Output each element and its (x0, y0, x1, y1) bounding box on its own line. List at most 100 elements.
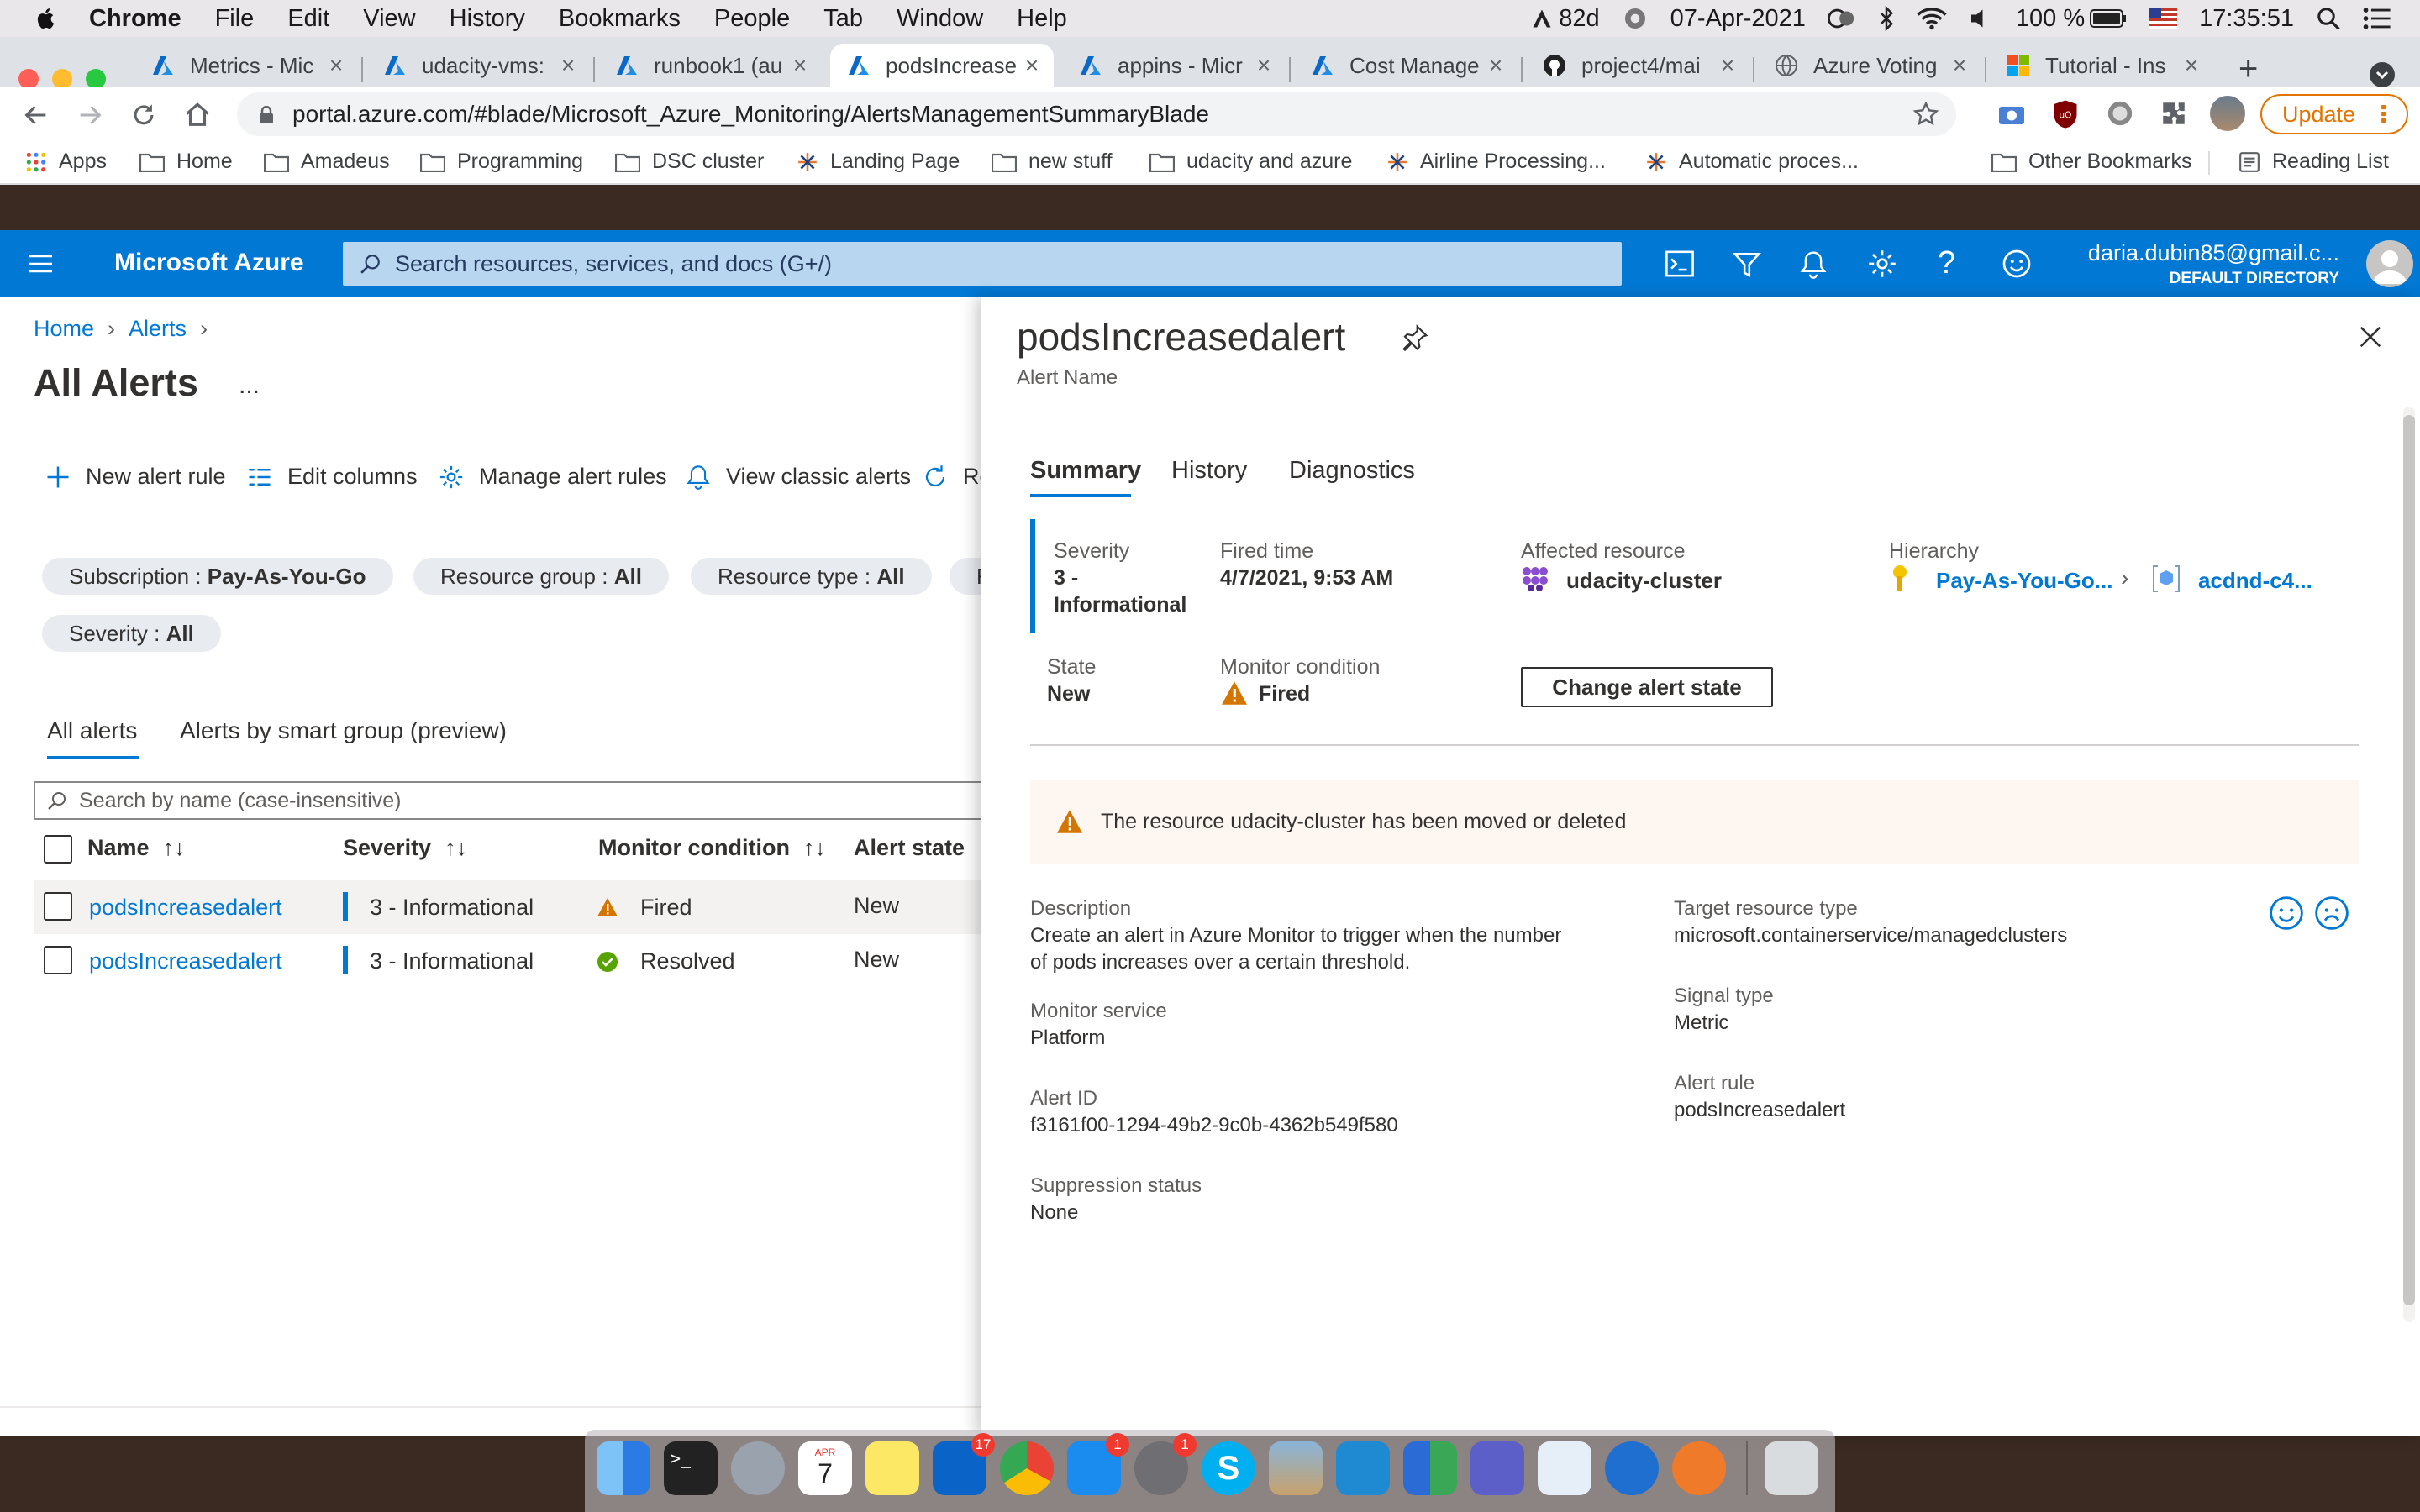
menu-bookmarks[interactable]: Bookmarks (559, 5, 681, 33)
settings-gear-icon[interactable] (1867, 249, 1897, 279)
breadcrumb-home[interactable]: Home (34, 316, 94, 342)
global-search-input[interactable]: Search resources, services, and docs (G+… (343, 242, 1622, 286)
tab-smart-groups[interactable]: Alerts by smart group (preview) (180, 717, 507, 744)
menu-help[interactable]: Help (1017, 5, 1067, 33)
column-header-name[interactable]: Name ↑↓ (87, 835, 186, 861)
browser-tab[interactable]: appins - Micr × (1062, 44, 1286, 87)
account-info[interactable]: daria.dubin85@gmail.c... DEFAULT DIRECTO… (2088, 240, 2339, 288)
bookmark-landing-page[interactable]: Landing Page (797, 150, 960, 174)
select-all-checkbox[interactable] (44, 835, 72, 864)
tab-summary[interactable]: Summary (1030, 457, 1141, 485)
accessibility-icon[interactable] (1827, 6, 1856, 31)
tab-diagnostics[interactable]: Diagnostics (1289, 457, 1415, 485)
menu-window[interactable]: Window (897, 5, 983, 33)
tab-close-icon[interactable]: × (1022, 52, 1042, 79)
calendar-icon[interactable]: APR 7 (798, 1441, 852, 1495)
row-checkbox[interactable] (44, 946, 72, 974)
tab-close-icon[interactable]: × (790, 52, 810, 79)
table-row[interactable]: podsIncreasedalert 3 - Informational Fir… (34, 880, 983, 934)
row-checkbox[interactable] (44, 892, 72, 921)
bookmark-home[interactable]: Home (139, 150, 233, 174)
trash-icon[interactable] (1765, 1441, 1818, 1495)
control-center-icon[interactable] (2363, 6, 2391, 31)
azure-brand[interactable]: Microsoft Azure (114, 249, 304, 277)
bookmark-airline-processing[interactable]: Airline Processing... (1386, 150, 1606, 174)
browser-tab[interactable]: Tutorial - Ins × (1990, 44, 2213, 87)
close-icon[interactable] (2358, 324, 2383, 349)
bookmark-apps[interactable]: Apps (25, 150, 107, 174)
spotlight-search-icon[interactable] (2316, 6, 2341, 31)
url-text[interactable]: portal.azure.com/#blade/Microsoft_Azure_… (292, 101, 1209, 128)
bookmark-new-stuff[interactable]: new stuff (992, 150, 1113, 174)
alert-rule-link[interactable]: podsIncreasedalert (1674, 1099, 1845, 1122)
alert-name-link[interactable]: podsIncreasedalert (89, 948, 282, 974)
column-header-monitor-condition[interactable]: Monitor condition ↑↓ (598, 835, 826, 861)
chrome-icon[interactable] (1000, 1441, 1054, 1495)
menu-app-chrome[interactable]: Chrome (89, 5, 182, 33)
postman-icon[interactable] (1672, 1441, 1726, 1495)
skype-icon[interactable]: S (1202, 1441, 1255, 1495)
teams-icon[interactable] (1470, 1441, 1524, 1495)
minimize-window-button[interactable] (52, 69, 72, 89)
notes-icon[interactable] (865, 1441, 919, 1495)
home-icon[interactable] (183, 101, 212, 129)
blade-scrollbar[interactable] (2403, 407, 2415, 1322)
pin-icon[interactable] (1402, 324, 1428, 351)
launchpad-icon[interactable] (731, 1441, 785, 1495)
menu-history[interactable]: History (450, 5, 525, 33)
browser-tab[interactable]: udacity-vms: × (366, 44, 590, 87)
sync-icon[interactable] (1622, 5, 1649, 32)
feedback-happy-icon[interactable] (2269, 895, 2304, 931)
manage-alert-rules-button[interactable]: Manage alert rules (439, 464, 667, 490)
terminal-icon[interactable]: >_ (664, 1441, 718, 1495)
bookmark-reading-list[interactable]: Reading List (2238, 150, 2389, 174)
column-header-severity[interactable]: Severity ↑↓ (343, 835, 467, 861)
chrome-remote-icon[interactable] (1403, 1441, 1457, 1495)
ublock-icon[interactable]: uO (2052, 99, 2079, 129)
zoom-window-button[interactable] (86, 69, 106, 89)
account-avatar[interactable] (2366, 240, 2413, 287)
screenshot-extension-icon[interactable] (1996, 99, 2027, 129)
alert-search-input[interactable]: Search by name (case-insensitive) (34, 781, 1042, 820)
menu-people[interactable]: People (714, 5, 790, 33)
battery-status[interactable]: 100 % (2016, 5, 2127, 33)
extension-circle-icon[interactable] (2106, 99, 2134, 128)
scrollbar-thumb[interactable] (2403, 415, 2415, 1305)
hamburger-menu-icon[interactable] (27, 252, 54, 276)
bluetooth-icon[interactable] (1878, 6, 1895, 31)
profile-avatar[interactable] (2210, 96, 2245, 131)
apple-icon[interactable] (34, 6, 59, 31)
change-alert-state-button[interactable]: Change alert state (1521, 667, 1773, 707)
reload-icon[interactable] (129, 101, 158, 129)
maps-pin-icon[interactable] (1605, 1441, 1659, 1495)
outlook-icon[interactable]: 17 (933, 1433, 995, 1495)
bookmark-programming[interactable]: Programming (420, 150, 583, 174)
puzzle-extensions-icon[interactable] (2160, 99, 2188, 128)
directory-filter-icon[interactable] (1733, 250, 1761, 279)
feedback-smiley-icon[interactable] (2002, 249, 2032, 279)
bookmark-udacity-and-azure[interactable]: udacity and azure (1150, 150, 1352, 174)
notifications-bell-icon[interactable] (1800, 250, 1827, 279)
cloud-shell-icon[interactable] (1665, 250, 1694, 277)
address-bar[interactable]: portal.azure.com/#blade/Microsoft_Azure_… (237, 92, 1956, 136)
tab-all-alerts[interactable]: All alerts (47, 717, 137, 744)
app-store-icon[interactable]: 1 (1067, 1433, 1129, 1495)
tab-close-icon[interactable]: × (2181, 52, 2202, 79)
help-question-icon[interactable]: ? (1938, 245, 1955, 281)
tab-close-icon[interactable]: × (1949, 52, 1970, 79)
menu-view[interactable]: View (363, 5, 415, 33)
chrome-update-button[interactable]: Update ⋮ (2260, 94, 2408, 134)
breadcrumb-alerts[interactable]: Alerts (129, 316, 187, 342)
bookmark-automatic-proces[interactable]: Automatic proces... (1645, 150, 1859, 174)
us-flag-icon[interactable] (2149, 8, 2178, 29)
resource-type-filter[interactable]: Resource type : All (691, 558, 932, 595)
wifi-icon[interactable] (1917, 7, 1947, 30)
feedback-sad-icon[interactable] (2314, 895, 2349, 931)
system-preferences-icon[interactable]: 1 (1134, 1433, 1197, 1495)
tab-close-icon[interactable]: × (326, 52, 346, 79)
menu-edit[interactable]: Edit (287, 5, 329, 33)
back-arrow-icon[interactable] (22, 101, 50, 129)
vscode-icon[interactable] (1336, 1441, 1390, 1495)
finder-icon[interactable] (597, 1441, 650, 1495)
bookmark-star-icon[interactable] (1912, 101, 1939, 128)
